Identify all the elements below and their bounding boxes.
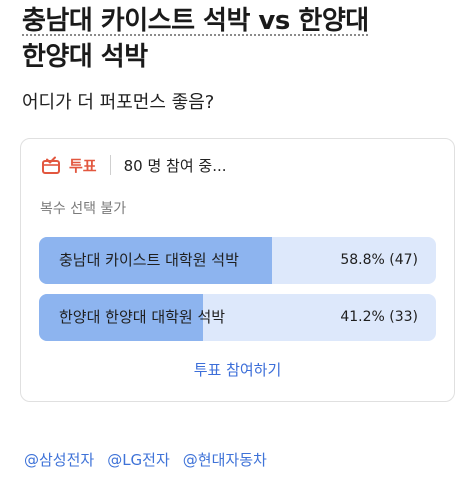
post-title: 충남대 카이스트 석박 vs 한양대 한양대 석박 <box>22 3 452 75</box>
poll-card: 투표 80 명 참여 중... 복수 선택 불가 충남대 카이스트 대학원 석박… <box>20 138 455 402</box>
poll-option-2-label: 한양대 한양대 대학원 석박 <box>59 308 226 326</box>
participant-count: 80 명 참여 중... <box>123 156 227 175</box>
poll-tag-label: 투표 <box>69 156 97 175</box>
company-tag-samsung[interactable]: @삼성전자 <box>24 449 94 470</box>
header-divider <box>109 155 111 175</box>
poll-option-1-label: 충남대 카이스트 대학원 석박 <box>59 251 239 269</box>
poll-option-1[interactable]: 충남대 카이스트 대학원 석박 58.8% (47) <box>39 237 436 284</box>
post-page: 충남대 카이스트 석박 vs 한양대 한양대 석박 어디가 더 퍼포먼스 좋음?… <box>0 0 474 488</box>
post-question: 어디가 더 퍼포먼스 좋음? <box>22 92 215 113</box>
company-tag-lg[interactable]: @LG전자 <box>107 449 170 470</box>
company-tag-hyundai[interactable]: @현대자동차 <box>183 449 267 470</box>
post-title-line-2: 한양대 석박 <box>22 42 148 72</box>
poll-option-2[interactable]: 한양대 한양대 대학원 석박 41.2% (33) <box>39 294 436 341</box>
ballot-box-icon <box>41 155 61 175</box>
poll-option-1-result: 58.8% (47) <box>340 252 418 268</box>
post-title-line-1: 충남대 카이스트 석박 vs 한양대 <box>22 6 369 36</box>
vote-button[interactable]: 투표 참여하기 <box>21 359 454 380</box>
poll-header: 투표 80 명 참여 중... <box>41 153 227 177</box>
poll-note: 복수 선택 불가 <box>40 201 127 217</box>
company-tags: @삼성전자 @LG전자 @현대자동차 <box>24 449 267 470</box>
poll-option-2-result: 41.2% (33) <box>340 309 418 325</box>
